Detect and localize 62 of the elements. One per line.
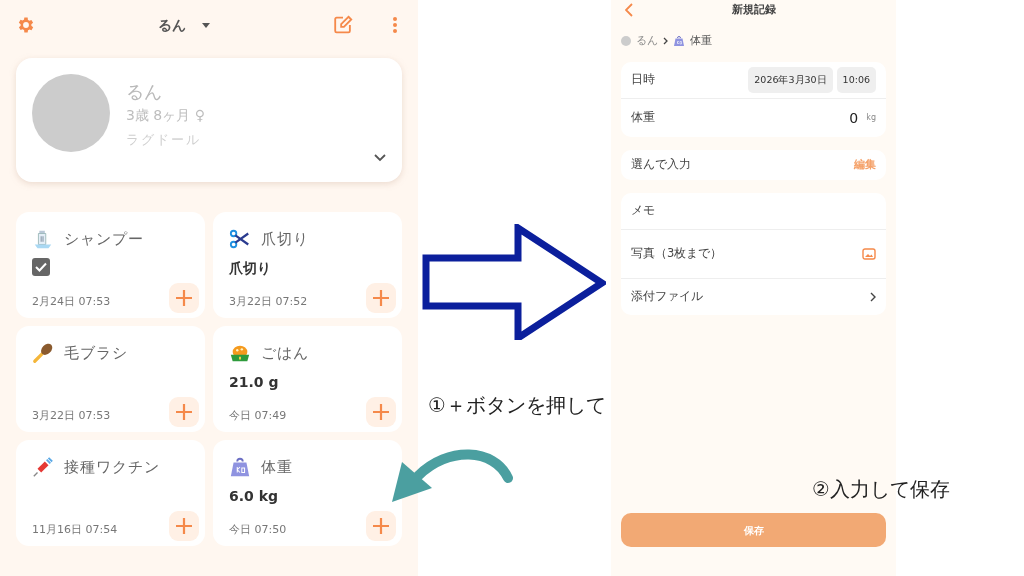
chevron-down-icon[interactable] [374, 154, 386, 162]
plus-icon [175, 517, 193, 535]
instruction-text: ②入力して保存 [812, 476, 950, 503]
field-label: 添付ファイル [631, 288, 704, 306]
add-button[interactable] [169, 397, 199, 427]
unit-label: kg [866, 112, 876, 124]
chevron-right-icon [663, 37, 668, 45]
record-value: 21.0 g [229, 374, 279, 390]
field-label: 写真（3枚まで） [631, 245, 724, 263]
plus-icon [175, 403, 193, 421]
time-picker[interactable]: 10:06 [836, 66, 876, 94]
record-time: 3月22日 07:52 [229, 293, 308, 310]
record-time: 今日 07:50 [229, 521, 287, 538]
avatar [621, 36, 631, 46]
weight-icon [673, 35, 685, 47]
pet-name: るん [126, 80, 163, 104]
plus-icon [175, 289, 193, 307]
caret-icon [202, 22, 210, 28]
plus-icon [372, 403, 390, 421]
field-label: メモ [631, 202, 656, 220]
record-title: シャンプー [64, 228, 144, 250]
field-label: 選んで入力 [631, 156, 692, 174]
back-icon[interactable] [625, 3, 633, 17]
add-button[interactable] [366, 511, 396, 541]
brush-icon [32, 342, 54, 364]
image-icon[interactable] [862, 248, 876, 260]
record-title: ごはん [261, 342, 309, 364]
record-title: 接種ワクチン [64, 456, 160, 478]
record-value: 爪切り [229, 260, 271, 276]
record-value: 6.0 kg [229, 488, 278, 504]
field-label: 体重 [631, 109, 656, 127]
record-time: 11月16日 07:54 [32, 521, 118, 538]
more-icon[interactable] [392, 16, 398, 34]
check-icon [35, 262, 47, 272]
syringe-icon [32, 456, 54, 478]
scissors-icon [229, 228, 251, 250]
weight-icon [229, 456, 251, 478]
date-picker[interactable]: 2026年3月30日 [748, 66, 833, 94]
chevron-right-icon[interactable] [870, 292, 876, 302]
add-button[interactable] [169, 511, 199, 541]
record-time: 今日 07:49 [229, 407, 287, 424]
record-title: 毛ブラシ [64, 342, 128, 364]
pet-age: 3歳 8ヶ月 ♀ [126, 106, 206, 125]
add-button[interactable] [366, 283, 396, 313]
record-time: 3月22日 07:53 [32, 407, 111, 424]
weight-value: 0 [849, 108, 859, 128]
edit-icon[interactable] [332, 14, 354, 36]
screen-title: 新規記録 [731, 1, 776, 18]
field-label: 日時 [631, 71, 656, 89]
checkbox[interactable] [32, 258, 50, 276]
record-time: 2月24日 07:53 [32, 293, 111, 310]
add-button[interactable] [366, 397, 396, 427]
record-title: 体重 [261, 456, 293, 478]
breadcrumb-pet: るん [636, 33, 658, 49]
instruction-text: ①＋ボタンを押して [428, 392, 606, 419]
plus-icon [372, 289, 390, 307]
pet-selector[interactable]: るん [158, 14, 210, 36]
breadcrumb-record: 体重 [690, 33, 712, 49]
plus-icon [372, 517, 390, 535]
record-title: 爪切り [261, 228, 309, 250]
add-button[interactable] [169, 283, 199, 313]
settings-icon[interactable] [16, 15, 36, 35]
